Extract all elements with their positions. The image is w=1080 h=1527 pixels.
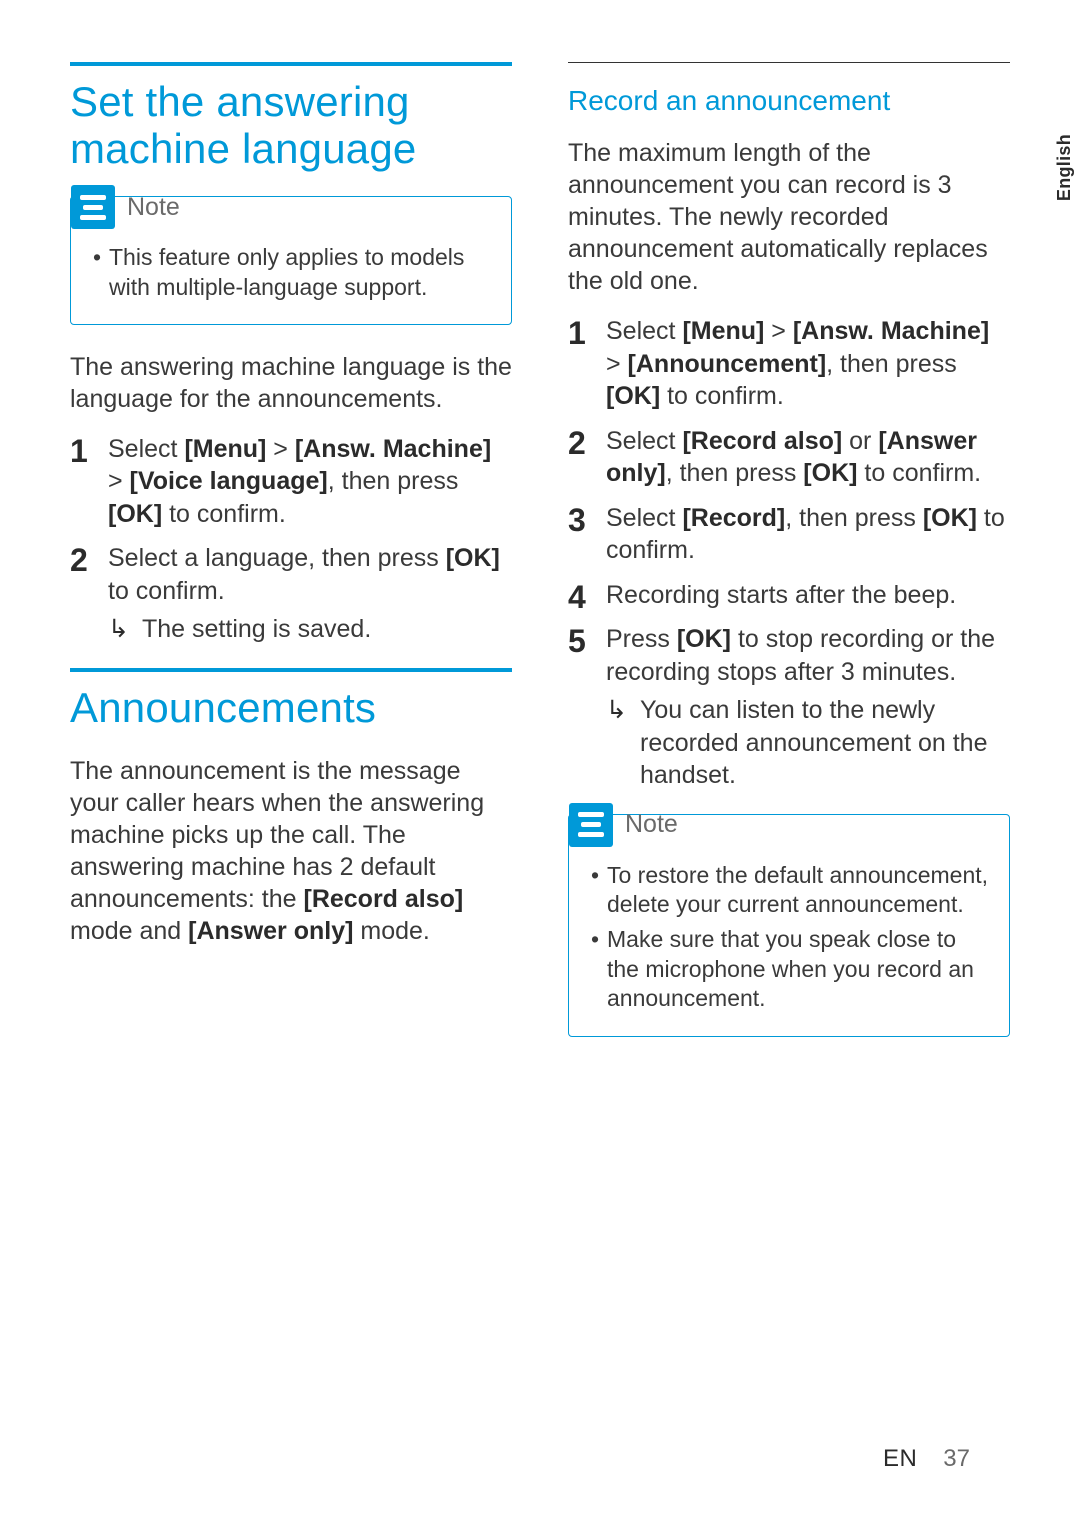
paragraph: The maximum length of the announcement y… xyxy=(568,137,1010,297)
heading-set-language: Set the answering machine language xyxy=(70,78,512,172)
section-rule-thin xyxy=(568,62,1010,63)
paragraph: The announcement is the message your cal… xyxy=(70,755,512,947)
side-language-tab: English xyxy=(1054,134,1075,201)
note-callout: Note To restore the default announcement… xyxy=(568,814,1010,1037)
step-item: Select a language, then press [OK] to co… xyxy=(70,542,512,646)
note-item: To restore the default announcement, del… xyxy=(591,861,993,920)
step-item: Select [Record also] or [Answer only], t… xyxy=(568,425,1010,490)
two-column-layout: Set the answering machine language Note … xyxy=(70,62,1010,1063)
step-item: Press [OK] to stop recording or the reco… xyxy=(568,623,1010,792)
page-footer: EN 37 xyxy=(883,1445,970,1473)
note-item: This feature only applies to models with… xyxy=(93,243,495,302)
heading-announcements: Announcements xyxy=(70,684,512,731)
note-label: Note xyxy=(625,810,678,839)
left-column: Set the answering machine language Note … xyxy=(70,62,512,1063)
step-result: You can listen to the newly recorded ann… xyxy=(606,694,1010,792)
paragraph: The answering machine language is the la… xyxy=(70,351,512,415)
section-rule xyxy=(70,62,512,66)
section-rule xyxy=(70,668,512,672)
steps-record-announcement: Select [Menu] > [Answ. Machine] > [Annou… xyxy=(568,315,1010,792)
steps-set-language: Select [Menu] > [Answ. Machine] > [Voice… xyxy=(70,433,512,646)
footer-page-number: 37 xyxy=(943,1445,970,1473)
step-result: The setting is saved. xyxy=(108,613,512,646)
step-item: Recording starts after the beep. xyxy=(568,579,1010,612)
note-icon xyxy=(569,803,613,847)
right-column: Record an announcement The maximum lengt… xyxy=(568,62,1010,1063)
step-item: Select [Record], then press [OK] to conf… xyxy=(568,502,1010,567)
manual-page: English Set the answering machine langua… xyxy=(0,0,1080,1527)
subheading-record-announcement: Record an announcement xyxy=(568,85,1010,117)
step-item: Select [Menu] > [Answ. Machine] > [Voice… xyxy=(70,433,512,531)
footer-language: EN xyxy=(883,1445,917,1473)
note-icon xyxy=(71,185,115,229)
note-callout: Note This feature only applies to models… xyxy=(70,196,512,325)
step-item: Select [Menu] > [Answ. Machine] > [Annou… xyxy=(568,315,1010,413)
note-label: Note xyxy=(127,193,180,222)
note-item: Make sure that you speak close to the mi… xyxy=(591,925,993,1013)
